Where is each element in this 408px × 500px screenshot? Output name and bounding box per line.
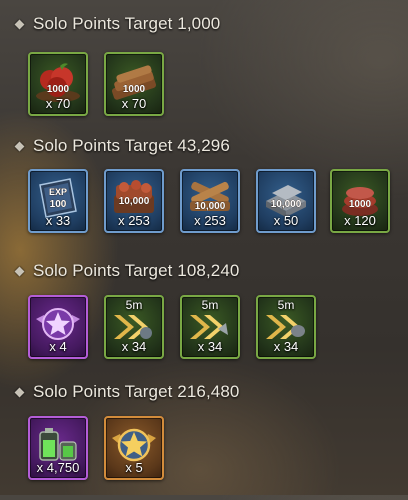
section-title: Solo Points Target 43,296 (33, 136, 230, 155)
item-art-label: 10,000 (119, 196, 150, 207)
item-art-label: 1000 (47, 84, 70, 95)
reward-item-food[interactable]: 1000 x 120 (330, 169, 390, 233)
section-header: Solo Points Target 216,480 (14, 380, 240, 404)
reward-item-speedup[interactable]: 5m x 34 (180, 295, 240, 359)
item-quantity: x 34 (273, 339, 299, 354)
reward-item-wood[interactable]: 10,000 x 253 (180, 169, 240, 233)
diamond-bullet-icon (14, 266, 25, 276)
diamond-bullet-icon (14, 19, 25, 29)
reward-section: Solo Points Target 1,000 1000 x 70 1000 … (0, 12, 408, 132)
item-quantity: x 34 (121, 339, 147, 354)
reward-item-food[interactable]: 1000 x 70 (28, 52, 88, 116)
reward-item-gold-star-emblem[interactable]: x 5 (104, 416, 164, 480)
item-quantity: x 34 (197, 339, 223, 354)
item-art-label-top: EXP (49, 187, 67, 197)
item-art-label: 10,000 (271, 199, 302, 210)
diamond-bullet-icon (14, 387, 25, 397)
item-quantity: x 120 (344, 213, 376, 228)
reward-item-exp-book[interactable]: EXP 100 x 33 (28, 169, 88, 233)
diamond-bullet-icon (14, 141, 25, 151)
reward-item-speedup[interactable]: 5m x 34 (104, 295, 164, 359)
item-quantity: x 70 (121, 96, 147, 111)
reward-item-food[interactable]: 10,000 x 253 (104, 169, 164, 233)
reward-item-wood[interactable]: 1000 x 70 (104, 52, 164, 116)
item-quantity: x 253 (194, 213, 226, 228)
item-quantity: x 4,750 (36, 460, 80, 475)
item-quantity: x 5 (125, 460, 143, 475)
reward-section: Solo Points Target 43,296 EXP 100 x 33 1… (0, 134, 408, 254)
item-quantity: x 33 (45, 213, 71, 228)
section-title: Solo Points Target 1,000 (33, 14, 221, 33)
section-header: Solo Points Target 1,000 (14, 12, 221, 36)
reward-item-steel[interactable]: 10,000 x 50 (256, 169, 316, 233)
reward-section: Solo Points Target 108,240 x 4 5m x 34 5… (0, 259, 408, 379)
section-title: Solo Points Target 216,480 (33, 382, 240, 401)
section-header: Solo Points Target 108,240 (14, 259, 240, 283)
reward-item-rank-emblem[interactable]: x 4 (28, 295, 88, 359)
item-art-label: 10,000 (195, 201, 226, 212)
item-art-label: 100 (50, 199, 67, 210)
section-header: Solo Points Target 43,296 (14, 134, 230, 158)
item-quantity: x 253 (118, 213, 150, 228)
item-quantity: x 70 (45, 96, 71, 111)
item-quantity: x 4 (49, 339, 67, 354)
reward-item-speedup[interactable]: 5m x 34 (256, 295, 316, 359)
reward-item-battery[interactable]: x 4,750 (28, 416, 88, 480)
item-art-label: 1000 (349, 199, 372, 210)
item-art-label: 1000 (123, 84, 146, 95)
item-quantity: x 50 (273, 213, 299, 228)
section-title: Solo Points Target 108,240 (33, 261, 240, 280)
reward-section: Solo Points Target 216,480 x 4,750 x 5 (0, 380, 408, 500)
